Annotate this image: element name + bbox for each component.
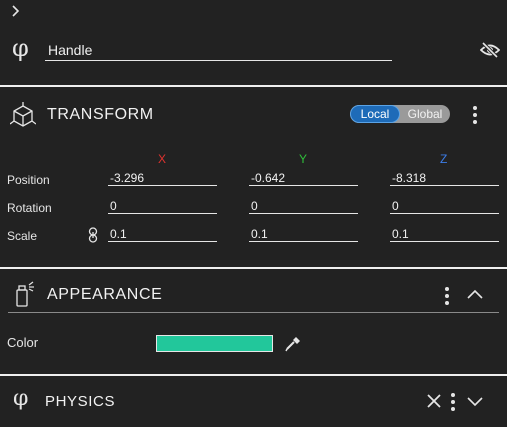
color-swatch[interactable] xyxy=(156,335,273,352)
transform-cube-icon xyxy=(10,102,36,127)
position-z-field[interactable] xyxy=(390,171,499,186)
link-scale-icon[interactable] xyxy=(88,227,98,243)
chevron-up-icon[interactable] xyxy=(466,288,484,300)
chevron-right-icon[interactable] xyxy=(8,3,24,19)
position-label: Position xyxy=(7,173,50,187)
position-y-field[interactable] xyxy=(249,171,358,186)
phi-icon: φ xyxy=(12,34,29,62)
divider xyxy=(8,312,499,313)
rotation-y-field[interactable] xyxy=(249,199,358,214)
appearance-panel: APPEARANCE Color xyxy=(0,269,507,374)
scale-x-field[interactable] xyxy=(108,227,217,242)
appearance-menu-icon[interactable] xyxy=(445,287,449,308)
close-icon[interactable] xyxy=(426,393,442,409)
axis-z-label: Z xyxy=(440,152,448,166)
visibility-off-icon[interactable] xyxy=(480,41,500,59)
scale-z-field[interactable] xyxy=(390,227,499,242)
physics-panel: φ PHYSICS xyxy=(0,376,507,427)
appearance-title: APPEARANCE xyxy=(47,286,163,303)
scale-label: Scale xyxy=(7,229,38,243)
rotation-label: Rotation xyxy=(7,201,52,215)
rotation-z-field[interactable] xyxy=(390,199,499,214)
global-toggle-option[interactable]: Global xyxy=(400,105,450,123)
transform-panel: TRANSFORM Local Global X Y Z Position Ro… xyxy=(0,87,507,267)
color-label: Color xyxy=(7,335,39,350)
object-header-panel: φ xyxy=(0,0,507,85)
rotation-x-field[interactable] xyxy=(108,199,217,214)
eyedropper-icon[interactable] xyxy=(285,336,301,352)
local-toggle-option[interactable]: Local xyxy=(350,105,400,123)
spray-can-icon xyxy=(16,281,34,307)
axis-y-label: Y xyxy=(299,152,308,166)
transform-menu-icon[interactable] xyxy=(473,106,477,127)
phi-icon: φ xyxy=(13,386,29,411)
space-toggle[interactable]: Local Global xyxy=(350,105,450,123)
physics-title: PHYSICS xyxy=(45,393,116,410)
object-name-input[interactable] xyxy=(45,40,392,61)
axis-x-label: X xyxy=(158,152,167,166)
chevron-down-icon[interactable] xyxy=(466,395,484,407)
transform-title: TRANSFORM xyxy=(47,106,154,123)
scale-y-field[interactable] xyxy=(249,227,358,242)
position-x-field[interactable] xyxy=(108,171,217,186)
physics-menu-icon[interactable] xyxy=(451,393,455,414)
